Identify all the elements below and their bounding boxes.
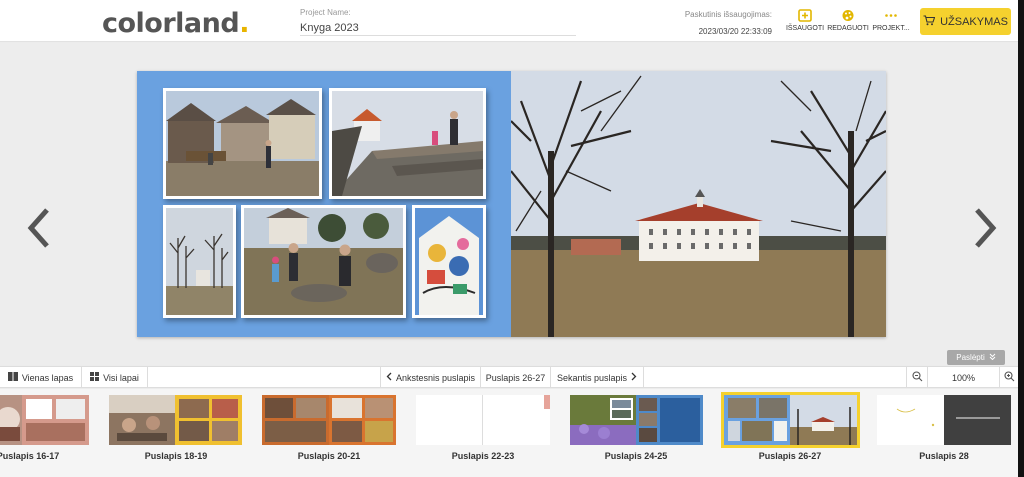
manor-landscape-image — [511, 71, 886, 337]
thumbnail-label: Puslapis 26-27 — [758, 451, 822, 461]
current-page-indicator: Puslapis 26-27 — [481, 367, 551, 388]
single-page-label: Vienas lapas — [21, 372, 74, 383]
thumbnail-20-21[interactable] — [262, 395, 396, 445]
zoom-level: 100% — [928, 367, 1000, 388]
next-page-label: Sekantis puslapis — [556, 372, 628, 383]
thumbnail-label: Puslapis 24-25 — [604, 451, 668, 461]
last-saved-label: Paskutinis išsaugojimas: — [684, 10, 772, 19]
window-scrollbar[interactable] — [1018, 0, 1024, 477]
photo-village-family-image — [166, 91, 319, 196]
save-button[interactable]: IŠSAUGOTI — [782, 9, 828, 32]
book-spread[interactable] — [137, 71, 886, 337]
thumbnail-28[interactable] — [877, 395, 1011, 445]
right-page-manor-photo[interactable] — [511, 71, 886, 337]
photo-trees-house-image — [166, 208, 233, 315]
photo-village-family[interactable] — [163, 88, 322, 199]
grid-icon — [90, 372, 100, 383]
app-header: colorland. Project Name: Paskutinis išsa… — [0, 0, 1018, 42]
project-menu-button[interactable]: PROJEKT... — [868, 9, 914, 32]
zoom-value: 100% — [951, 372, 976, 383]
zoom-out-button[interactable] — [906, 367, 928, 388]
chevron-right-icon — [631, 372, 637, 383]
page-navigation-toolbar: Vienas lapas Visi lapai Ankstesnis pusla… — [0, 366, 1018, 388]
thumbnail-18-19[interactable] — [109, 395, 242, 445]
chevron-right-icon — [975, 208, 997, 248]
order-label: UŽSAKYMAS — [940, 15, 1008, 28]
chevron-left-icon — [27, 208, 49, 248]
collapse-down-icon — [989, 353, 996, 362]
previous-page-label: Ankstesnis puslapis — [395, 372, 476, 383]
all-pages-label: Visi lapai — [103, 372, 139, 383]
photo-stairs-kids-image — [332, 91, 483, 196]
thumbnail-label: Puslapis 16-17 — [0, 451, 60, 461]
next-spread-arrow[interactable] — [973, 208, 997, 248]
palette-icon — [841, 9, 855, 22]
chevron-left-icon — [386, 372, 392, 383]
zoom-in-icon — [1003, 371, 1015, 384]
thumbnail-24-25[interactable] — [570, 395, 703, 445]
zoom-out-icon — [911, 371, 923, 384]
all-pages-view-button[interactable]: Visi lapai — [82, 367, 148, 388]
thumbnail-22-23[interactable] — [416, 395, 550, 445]
photo-mural-building[interactable] — [412, 205, 486, 318]
order-button[interactable]: UŽSAKYMAS — [920, 8, 1011, 35]
save-label: IŠSAUGOTI — [785, 25, 825, 32]
zoom-in-button[interactable] — [1000, 367, 1018, 388]
thumbnail-16-17[interactable] — [0, 395, 89, 445]
hide-label: Paslėpti — [956, 353, 985, 362]
previous-spread-arrow[interactable] — [27, 208, 51, 248]
thumbnail-strip[interactable]: Puslapis 16-17 Puslapis 18-19 Puslapis 2… — [0, 389, 1018, 477]
photo-mural-building-image — [415, 208, 483, 315]
thumbnail-label: Puslapis 28 — [919, 451, 969, 461]
single-page-view-button[interactable]: Vienas lapas — [0, 367, 82, 388]
photo-stairs-kids[interactable] — [329, 88, 486, 199]
hide-thumbnails-button[interactable]: Paslėpti — [947, 350, 1005, 365]
next-page-button[interactable]: Sekantis puslapis — [551, 367, 644, 388]
single-page-icon — [7, 372, 18, 383]
photo-family-bench[interactable] — [241, 205, 406, 318]
more-dots-icon — [884, 9, 898, 22]
thumbnail-label: Puslapis 20-21 — [297, 451, 361, 461]
thumbnail-label: Puslapis 22-23 — [451, 451, 515, 461]
save-plus-icon — [798, 9, 812, 22]
left-page-collage[interactable] — [137, 71, 511, 337]
thumbnail-26-27[interactable] — [721, 392, 860, 448]
previous-page-button[interactable]: Ankstesnis puslapis — [380, 367, 481, 388]
cart-icon — [923, 14, 936, 29]
edit-label: REDAGUOTI — [827, 25, 869, 32]
last-saved-time: 2023/03/20 22:33:09 — [698, 27, 772, 36]
edit-button[interactable]: REDAGUOTI — [825, 9, 871, 32]
project-menu-label: PROJEKT... — [872, 25, 910, 32]
photo-family-bench-image — [244, 208, 403, 315]
colorland-logo[interactable]: colorland. — [102, 8, 249, 39]
photo-trees-house[interactable] — [163, 205, 236, 318]
current-page-label: Puslapis 26-27 — [485, 372, 546, 383]
project-name-label: Project Name: — [300, 8, 351, 17]
project-name-input[interactable] — [300, 20, 576, 36]
thumbnail-label: Puslapis 18-19 — [144, 451, 208, 461]
